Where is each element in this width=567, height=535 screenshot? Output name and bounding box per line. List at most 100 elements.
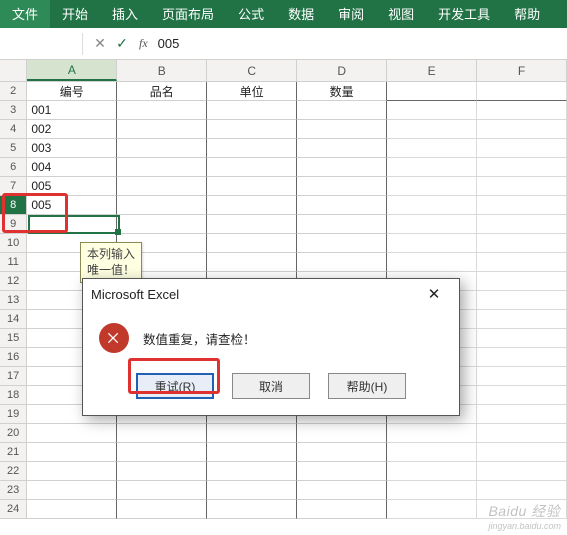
cell-F22[interactable]	[477, 462, 567, 481]
cell-E20[interactable]	[387, 424, 477, 443]
cell-F14[interactable]	[477, 310, 567, 329]
cell-D6[interactable]	[297, 158, 387, 177]
cell-A23[interactable]	[27, 481, 117, 500]
cell-F8[interactable]	[477, 196, 567, 215]
cell-E21[interactable]	[387, 443, 477, 462]
cell-D11[interactable]	[297, 253, 387, 272]
cell-D2[interactable]: 数量	[297, 82, 387, 101]
cell-F17[interactable]	[477, 367, 567, 386]
cell-B5[interactable]	[117, 139, 207, 158]
cell-A4[interactable]: 002	[27, 120, 117, 139]
cell-F19[interactable]	[477, 405, 567, 424]
cell-B7[interactable]	[117, 177, 207, 196]
cell-F13[interactable]	[477, 291, 567, 310]
row-head[interactable]: 13	[0, 291, 27, 310]
cell-B4[interactable]	[117, 120, 207, 139]
ribbon-tab-insert[interactable]: 插入	[100, 0, 150, 28]
cell-E24[interactable]	[387, 500, 477, 519]
cell-C24[interactable]	[207, 500, 297, 519]
cell-B6[interactable]	[117, 158, 207, 177]
row-head[interactable]: 5	[0, 139, 27, 158]
cell-B8[interactable]	[117, 196, 207, 215]
cell-E3[interactable]	[387, 101, 477, 120]
cell-B2[interactable]: 品名	[117, 82, 207, 101]
cell-F2[interactable]	[477, 82, 567, 101]
cell-C5[interactable]	[207, 139, 297, 158]
cell-F12[interactable]	[477, 272, 567, 291]
cell-B22[interactable]	[117, 462, 207, 481]
cell-E5[interactable]	[387, 139, 477, 158]
cell-C21[interactable]	[207, 443, 297, 462]
cell-F10[interactable]	[477, 234, 567, 253]
row-head[interactable]: 15	[0, 329, 27, 348]
row-head[interactable]: 9	[0, 215, 27, 234]
dialog-close-button[interactable]: ✕	[417, 282, 451, 306]
cell-A5[interactable]: 003	[27, 139, 117, 158]
cell-A21[interactable]	[27, 443, 117, 462]
cell-D5[interactable]	[297, 139, 387, 158]
row-head[interactable]: 17	[0, 367, 27, 386]
cell-F5[interactable]	[477, 139, 567, 158]
col-head-A[interactable]: A	[27, 60, 117, 81]
cell-C8[interactable]	[207, 196, 297, 215]
col-head-C[interactable]: C	[207, 60, 297, 81]
cell-C10[interactable]	[207, 234, 297, 253]
cell-F11[interactable]	[477, 253, 567, 272]
cell-A9[interactable]	[27, 215, 117, 234]
row-head[interactable]: 7	[0, 177, 27, 196]
cell-B24[interactable]	[117, 500, 207, 519]
cell-F4[interactable]	[477, 120, 567, 139]
cell-E11[interactable]	[387, 253, 477, 272]
row-head[interactable]: 10	[0, 234, 27, 253]
row-head[interactable]: 3	[0, 101, 27, 120]
ribbon-tab-help[interactable]: 帮助	[502, 0, 552, 28]
cell-C20[interactable]	[207, 424, 297, 443]
col-head-D[interactable]: D	[297, 60, 387, 81]
cell-C11[interactable]	[207, 253, 297, 272]
cell-C23[interactable]	[207, 481, 297, 500]
cell-F7[interactable]	[477, 177, 567, 196]
ribbon-tab-file[interactable]: 文件	[0, 0, 50, 28]
cell-A7[interactable]: 005	[27, 177, 117, 196]
row-head[interactable]: 14	[0, 310, 27, 329]
formula-confirm-icon[interactable]: ✓	[111, 33, 133, 55]
ribbon-tab-home[interactable]: 开始	[50, 0, 100, 28]
fx-icon[interactable]: fx	[139, 36, 148, 51]
cell-F3[interactable]	[477, 101, 567, 120]
cell-C7[interactable]	[207, 177, 297, 196]
cell-F9[interactable]	[477, 215, 567, 234]
row-head[interactable]: 8	[0, 196, 27, 215]
cell-D20[interactable]	[297, 424, 387, 443]
cell-B3[interactable]	[117, 101, 207, 120]
cell-D23[interactable]	[297, 481, 387, 500]
cell-E10[interactable]	[387, 234, 477, 253]
cell-D8[interactable]	[297, 196, 387, 215]
row-head[interactable]: 24	[0, 500, 27, 519]
cell-C4[interactable]	[207, 120, 297, 139]
cell-B23[interactable]	[117, 481, 207, 500]
ribbon-tab-view[interactable]: 视图	[376, 0, 426, 28]
cell-C2[interactable]: 单位	[207, 82, 297, 101]
cell-A2[interactable]: 编号	[27, 82, 117, 101]
help-button[interactable]: 帮助(H)	[328, 373, 406, 399]
formula-input[interactable]	[156, 33, 416, 55]
ribbon-tab-review[interactable]: 审阅	[326, 0, 376, 28]
col-head-F[interactable]: F	[477, 60, 567, 81]
retry-button[interactable]: 重试(R)	[136, 373, 214, 399]
ribbon-tab-developer[interactable]: 开发工具	[426, 0, 502, 28]
cell-D9[interactable]	[297, 215, 387, 234]
cell-F6[interactable]	[477, 158, 567, 177]
cell-F16[interactable]	[477, 348, 567, 367]
row-head[interactable]: 16	[0, 348, 27, 367]
cell-A22[interactable]	[27, 462, 117, 481]
cell-D22[interactable]	[297, 462, 387, 481]
cell-F21[interactable]	[477, 443, 567, 462]
cell-A20[interactable]	[27, 424, 117, 443]
select-all-corner[interactable]	[0, 60, 27, 81]
cell-F15[interactable]	[477, 329, 567, 348]
cell-E4[interactable]	[387, 120, 477, 139]
ribbon-tab-data[interactable]: 数据	[276, 0, 326, 28]
cell-E2[interactable]	[387, 82, 477, 101]
cell-F23[interactable]	[477, 481, 567, 500]
cell-F18[interactable]	[477, 386, 567, 405]
